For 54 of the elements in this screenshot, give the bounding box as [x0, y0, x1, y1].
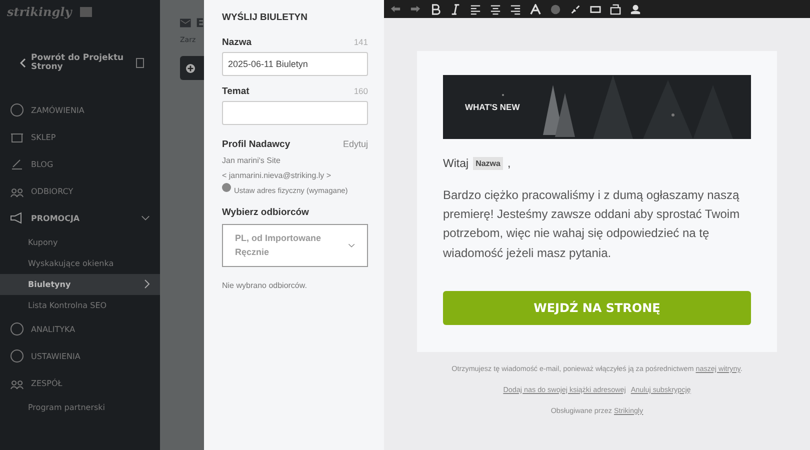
sender-email: < janmarini.nieva@striking.ly > [222, 171, 332, 180]
nav-item[interactable]: PROMOCJA [0, 204, 160, 232]
link-icon[interactable] [570, 4, 581, 14]
field-label: Wybierz odbiorców [222, 207, 310, 218]
nav-item[interactable]: ZAMÓWIENIA [0, 96, 160, 124]
greeting-text: Witaj [443, 158, 469, 170]
nav-item[interactable]: ODBIORCY [0, 178, 160, 205]
nav-item[interactable]: BLOG [0, 150, 160, 178]
banner-title: WHAT'S NEW [465, 102, 520, 112]
visit-site-button[interactable]: WEJDŹ NA STRONĘ [443, 290, 751, 325]
nav-item[interactable]: Lista Kontrolna SEO [0, 294, 160, 316]
comma-text: , [507, 158, 511, 170]
char-count: 141 [354, 37, 368, 47]
panel-title: WYŚLIJ BIULETYN [222, 12, 309, 23]
field-label: Temat [222, 86, 250, 97]
nav-item[interactable]: ANALITYKA [0, 316, 160, 343]
char-count: 160 [354, 86, 368, 96]
person-icon[interactable] [630, 4, 641, 14]
edit-link[interactable]: Edytuj [342, 139, 368, 149]
nav-icon [10, 157, 24, 172]
subject-input[interactable] [222, 101, 368, 125]
nav-item[interactable]: Wyskakujące okienka [0, 252, 160, 274]
nav-icon [10, 322, 24, 336]
nav-item[interactable]: SKLEP [0, 124, 160, 151]
nav-icon [10, 103, 24, 118]
status-note: Nie wybrano odbiorców. [222, 281, 308, 290]
merge-tag: Nazwa [472, 157, 504, 170]
name-input[interactable]: 2025-06-11 Biuletyn [222, 52, 368, 76]
redo-icon[interactable] [410, 4, 421, 14]
nav-item[interactable]: Kupony [0, 232, 160, 253]
chevron-left-icon [20, 58, 26, 68]
sender-name: Jan marini's Site [222, 156, 282, 165]
nav-icon [10, 349, 24, 364]
logo: strikingly [7, 5, 72, 19]
nav-icon [10, 211, 24, 226]
chevron-right-icon [144, 279, 150, 290]
font-icon[interactable] [530, 4, 541, 14]
chevron-down-icon [141, 215, 150, 222]
recipients-select[interactable]: PL, od Importowane Ręcznie [222, 224, 368, 267]
italic-icon[interactable] [450, 4, 461, 14]
field-label: Nazwa [222, 37, 252, 48]
bold-icon[interactable] [430, 4, 441, 14]
nav-item[interactable]: ZESPÓŁ [0, 370, 160, 397]
nav-item[interactable]: Biuletyny [0, 274, 160, 295]
email-body: Bardzo ciężko pracowaliśmy i z dumą ogłaszamy naszą premierę! Jesteśmy zawsze oddani aby sprostać Twoim potrzebom, więc nie wahaj się odpowiedzieć na tę wiadomość jeżeli masz pytania. [443, 187, 741, 262]
nav-item[interactable]: USTAWIENIA [0, 342, 160, 370]
back-link[interactable]: Powrót do Projektu Strony [31, 54, 131, 73]
chevron-down-icon [348, 243, 355, 248]
plus-icon [186, 64, 195, 72]
field-label: Profil Nadawcy [222, 139, 290, 150]
undo-icon[interactable] [390, 4, 401, 14]
envelope-icon [180, 18, 191, 28]
nav-item[interactable]: Program partnerski [0, 396, 160, 418]
add-button[interactable] [180, 56, 204, 80]
